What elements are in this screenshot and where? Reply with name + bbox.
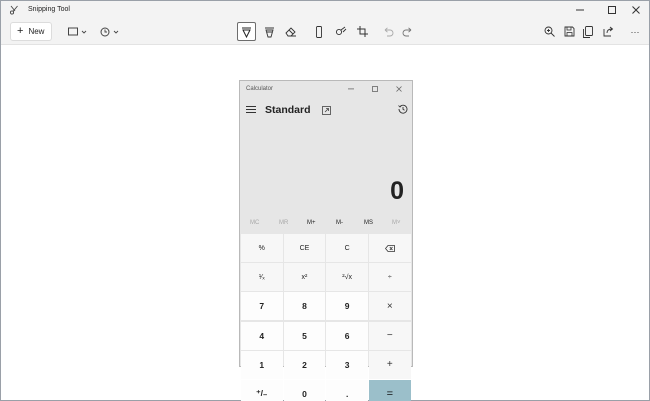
title-bar: Snipping Tool — [1, 1, 649, 19]
percent-key: % — [241, 234, 283, 262]
calculator-title: Calculator — [246, 86, 274, 92]
subtract-key: − — [369, 321, 411, 350]
maximize-button[interactable] — [599, 3, 625, 17]
more-icon[interactable]: ··· — [628, 24, 642, 39]
backspace-key — [369, 234, 411, 262]
ruler-icon[interactable] — [313, 24, 325, 39]
close-button[interactable] — [623, 3, 649, 17]
memory-add-button: M+ — [307, 220, 316, 226]
calculator-display: 0 — [390, 177, 404, 205]
digit-5-key: 5 — [283, 321, 326, 350]
eraser-icon[interactable] — [284, 24, 298, 39]
multiply-symbol: × — [386, 300, 393, 312]
calculator-maximize-icon — [368, 84, 382, 94]
equals-key: = — [369, 379, 411, 401]
memory-subtract-button: M- — [336, 220, 343, 226]
toolbar: + New ··· — [1, 19, 649, 45]
copy-icon[interactable] — [581, 24, 595, 39]
digit-2-key: 2 — [283, 350, 326, 379]
save-icon[interactable] — [562, 24, 576, 39]
calculator-mode-title: Standard — [265, 104, 311, 116]
new-button-label: New — [28, 27, 45, 36]
divide-key: ÷ — [369, 263, 411, 292]
history-icon — [398, 104, 408, 116]
digit-0-key: 0 — [283, 379, 326, 401]
digit-9-key: 9 — [326, 292, 368, 321]
calculator-keypad: % CE C ¹⁄ₓ x² ²√x ÷ 7 8 9 × 4 5 6 − 1 2 — [241, 234, 412, 401]
highlighter-icon[interactable] — [262, 24, 276, 39]
clear-key: C — [326, 234, 368, 262]
memory-store-button: MS — [364, 220, 373, 226]
calculator-header: Standard — [240, 100, 412, 120]
digit-7-key: 7 — [241, 292, 283, 321]
snipping-tool-app-icon — [9, 5, 19, 15]
reciprocal-key: ¹⁄ₓ — [241, 263, 283, 292]
redo-icon[interactable] — [400, 24, 414, 39]
digit-6-key: 6 — [326, 321, 368, 350]
clear-entry-key: CE — [283, 234, 326, 262]
square-root-key: ²√x — [326, 263, 368, 292]
new-snip-button[interactable]: + New — [10, 22, 52, 41]
digit-1-key: 1 — [241, 350, 283, 379]
memory-recall-button: MR — [279, 220, 289, 226]
undo-icon[interactable] — [381, 24, 395, 39]
negate-key: ⁺/₋ — [241, 379, 283, 401]
minimize-button[interactable] — [567, 3, 593, 17]
calculator-title-bar: Calculator — [240, 81, 412, 97]
calculator-screenshot: Calculator Standard 0 MC MR M+ M- MS M˅ … — [239, 80, 413, 401]
capture-canvas: Calculator Standard 0 MC MR M+ M- MS M˅ … — [1, 45, 649, 401]
multiply-key: × — [369, 292, 411, 321]
digit-4-key: 4 — [241, 321, 283, 350]
hamburger-menu-icon — [246, 105, 256, 114]
keep-on-top-icon — [322, 106, 331, 117]
calculator-close-icon — [392, 84, 406, 94]
crop-icon[interactable] — [355, 24, 369, 39]
add-symbol: + — [386, 359, 393, 371]
add-key: + — [369, 350, 411, 379]
subtract-symbol: − — [386, 330, 393, 342]
square-key: x² — [283, 263, 326, 292]
delay-timer-dropdown[interactable] — [99, 24, 121, 39]
digit-8-key: 8 — [283, 292, 326, 321]
calculator-minimize-icon — [344, 84, 358, 94]
touch-writing-icon[interactable] — [334, 24, 348, 39]
snipping-tool-window: Snipping Tool + New ··· Calculator Stand… — [0, 0, 650, 401]
window-title: Snipping Tool — [28, 6, 70, 13]
share-icon[interactable] — [601, 24, 615, 39]
decimal-key: . — [326, 379, 368, 401]
digit-3-key: 3 — [326, 350, 368, 379]
snip-mode-dropdown[interactable] — [67, 24, 89, 39]
memory-list-button: M˅ — [392, 220, 401, 226]
ballpoint-pen-icon[interactable] — [237, 22, 256, 41]
plus-icon: + — [17, 25, 24, 37]
memory-row: MC MR M+ M- MS M˅ — [240, 219, 412, 231]
memory-clear-button: MC — [250, 220, 260, 226]
zoom-icon[interactable] — [542, 24, 556, 39]
